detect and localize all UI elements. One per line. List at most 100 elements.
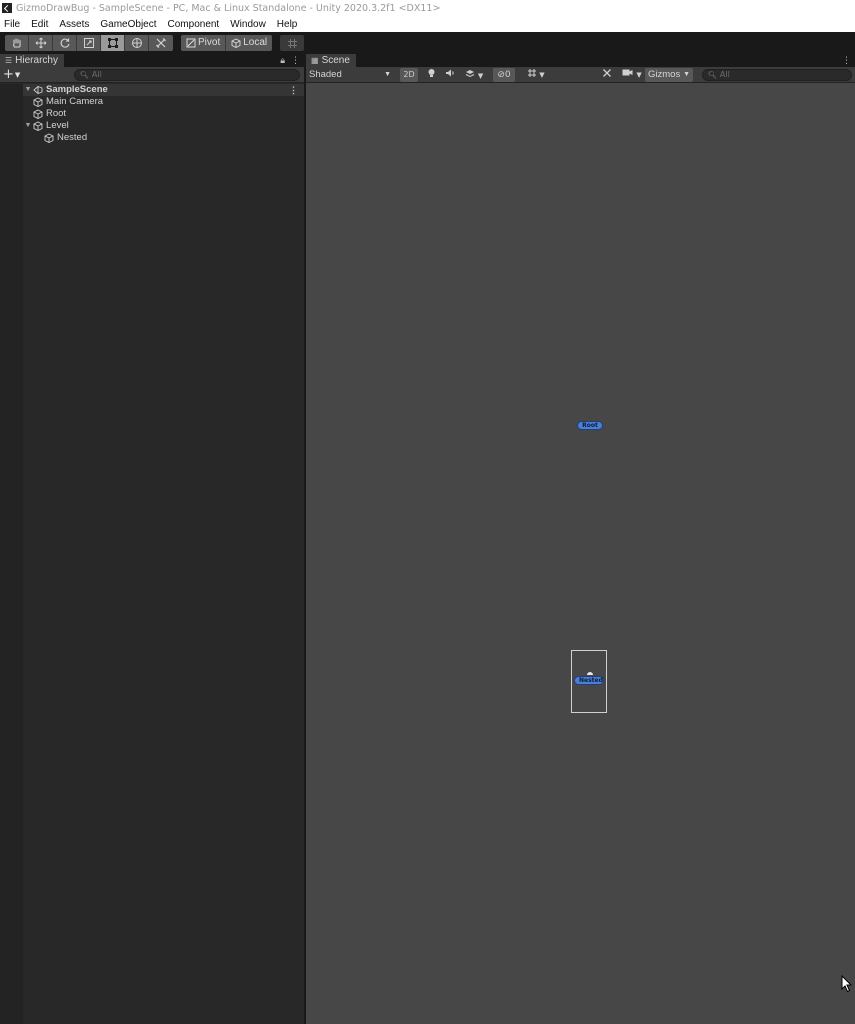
lighting-toggle[interactable]: [424, 68, 438, 82]
transform-tool-button[interactable]: [125, 35, 149, 51]
menu-help[interactable]: Help: [277, 17, 298, 32]
scene-search-input[interactable]: 🔍︎ All: [702, 69, 852, 81]
nested-label-text: Nested: [579, 677, 603, 684]
scene-menu-icon[interactable]: ⋮: [289, 84, 298, 96]
unity-logo-icon: [2, 3, 12, 13]
grid-caret-icon[interactable]: ▼: [537, 68, 547, 82]
pivot-toggle[interactable]: Pivot: [181, 35, 227, 51]
main-toolbar: Pivot Local: [0, 32, 855, 54]
gizmos-dropdown[interactable]: Gizmos ▼: [645, 68, 693, 82]
hand-tool-button[interactable]: [5, 35, 29, 51]
shading-mode-value: Shaded: [309, 69, 342, 80]
rect-icon: [107, 38, 118, 48]
hierarchy-item-nested[interactable]: Nested: [23, 132, 304, 144]
tab-scene[interactable]: ▦ Scene: [306, 54, 356, 67]
gizmos-label: Gizmos: [648, 69, 681, 80]
hierarchy-search-placeholder: All: [91, 70, 102, 79]
search-icon: 🔍︎: [80, 71, 89, 79]
move-icon: [35, 37, 46, 49]
mouse-cursor-icon: [841, 975, 853, 993]
custom-tool-button[interactable]: [149, 35, 173, 51]
shading-mode-dropdown[interactable]: Shaded ▼: [306, 68, 394, 82]
lock-icon[interactable]: 🔒︎: [280, 56, 285, 66]
hierarchy-toolbar: + ▼ 🔍︎ All: [0, 67, 304, 83]
hierarchy-gutter: [0, 84, 23, 1024]
gameobject-cube-icon: [33, 97, 43, 107]
audio-toggle[interactable]: [443, 68, 457, 82]
local-cube-icon: [231, 38, 241, 48]
window-title-bar: GizmoDrawBug - SampleScene - PC, Mac & L…: [0, 0, 855, 17]
menu-component[interactable]: Component: [168, 17, 220, 32]
2d-mode-label: 2D: [403, 70, 415, 79]
scale-icon: [83, 38, 94, 48]
rotate-tool-button[interactable]: [53, 35, 77, 51]
rect-tool-button[interactable]: [101, 35, 125, 51]
hierarchy-item-label: Nested: [57, 132, 88, 143]
pivot-icon: [186, 38, 196, 48]
nested-gizmo-label[interactable]: Nested: [574, 676, 604, 685]
scene-tab-label: Scene: [321, 55, 350, 66]
custom-tools-icon: [156, 38, 166, 48]
kebab-menu-icon[interactable]: ⋮: [842, 56, 851, 66]
hierarchy-tree: ▼ SampleScene ⋮ Main Camera Root ▼ Level…: [0, 84, 304, 1024]
speaker-icon: [446, 69, 454, 77]
fold-arrow-icon[interactable]: ▼: [23, 120, 33, 132]
hierarchy-tab-label: Hierarchy: [15, 55, 58, 66]
camera-icon: [622, 69, 633, 76]
effects-dropdown[interactable]: ▼: [462, 68, 486, 82]
layers-icon: [465, 70, 474, 78]
hand-icon: [12, 38, 21, 48]
rotate-icon: [60, 38, 70, 48]
list-icon: ☰: [5, 56, 13, 65]
scene-grid-icon: ▦: [311, 56, 319, 65]
kebab-menu-icon[interactable]: ⋮: [291, 56, 300, 66]
root-gizmo-label[interactable]: Root: [577, 421, 603, 430]
hierarchy-item-label: Level: [46, 120, 69, 131]
caret-down-icon: ▼: [636, 71, 642, 79]
hierarchy-item-label: Root: [46, 108, 67, 119]
local-toggle[interactable]: Local: [226, 35, 273, 51]
local-label: Local: [243, 37, 268, 48]
scene-name: SampleScene: [46, 84, 108, 95]
scene-search-placeholder: All: [719, 70, 730, 79]
plus-icon: +: [3, 66, 14, 82]
hierarchy-search-input[interactable]: 🔍︎ All: [74, 69, 300, 81]
search-icon: 🔍︎: [708, 71, 717, 79]
scene-visibility-toggle[interactable]: ⊘0: [493, 68, 515, 82]
caret-down-icon: ▼: [384, 71, 391, 78]
create-button[interactable]: + ▼: [3, 66, 23, 82]
tools-toggle[interactable]: [600, 68, 614, 82]
unity-scene-icon: [33, 85, 43, 95]
2d-mode-toggle[interactable]: 2D: [400, 68, 418, 82]
scene-tab-controls: ⋮: [842, 54, 851, 67]
scene-panel: ▦ Scene ⋮ Shaded ▼ 2D ▼ ⊘0 ▼ ▼ Gizmos ▼ …: [306, 54, 855, 1024]
hierarchy-item-level[interactable]: ▼ Level: [23, 120, 304, 132]
grid-snap-button[interactable]: [280, 35, 305, 51]
gameobject-cube-icon: [33, 109, 43, 119]
tools-icon: [603, 69, 611, 77]
menu-window[interactable]: Window: [230, 17, 266, 32]
menu-file[interactable]: File: [4, 17, 20, 32]
camera-dropdown[interactable]: ▼: [620, 68, 644, 82]
scene-viewport[interactable]: Root Nested: [306, 83, 855, 1024]
root-label-text: Root: [582, 422, 598, 429]
caret-down-icon: ▼: [14, 70, 21, 79]
scale-tool-button[interactable]: [77, 35, 101, 51]
scene-row[interactable]: ▼ SampleScene ⋮: [23, 84, 304, 96]
caret-down-icon: ▼: [683, 71, 690, 78]
tab-hierarchy[interactable]: ☰ Hierarchy: [0, 54, 64, 67]
caret-down-icon: ▼: [477, 72, 484, 80]
menu-assets[interactable]: Assets: [59, 17, 89, 32]
window-title: GizmoDrawBug - SampleScene - PC, Mac & L…: [16, 3, 441, 14]
hierarchy-item-root[interactable]: Root: [23, 108, 304, 120]
menu-edit[interactable]: Edit: [31, 17, 48, 32]
lightbulb-icon: [428, 69, 434, 77]
hierarchy-panel: ☰ Hierarchy 🔒︎ ⋮ + ▼ 🔍︎ All ▼ SampleScene…: [0, 54, 304, 1024]
fold-arrow-icon[interactable]: ▼: [23, 84, 33, 96]
hierarchy-tab-strip: ☰ Hierarchy 🔒︎ ⋮: [0, 54, 304, 67]
scene-tab-strip: ▦ Scene ⋮: [306, 54, 855, 67]
pivot-label: Pivot: [198, 37, 221, 48]
hierarchy-item-main-camera[interactable]: Main Camera: [23, 96, 304, 108]
menu-gameobject[interactable]: GameObject: [100, 17, 156, 32]
move-tool-button[interactable]: [29, 35, 53, 51]
